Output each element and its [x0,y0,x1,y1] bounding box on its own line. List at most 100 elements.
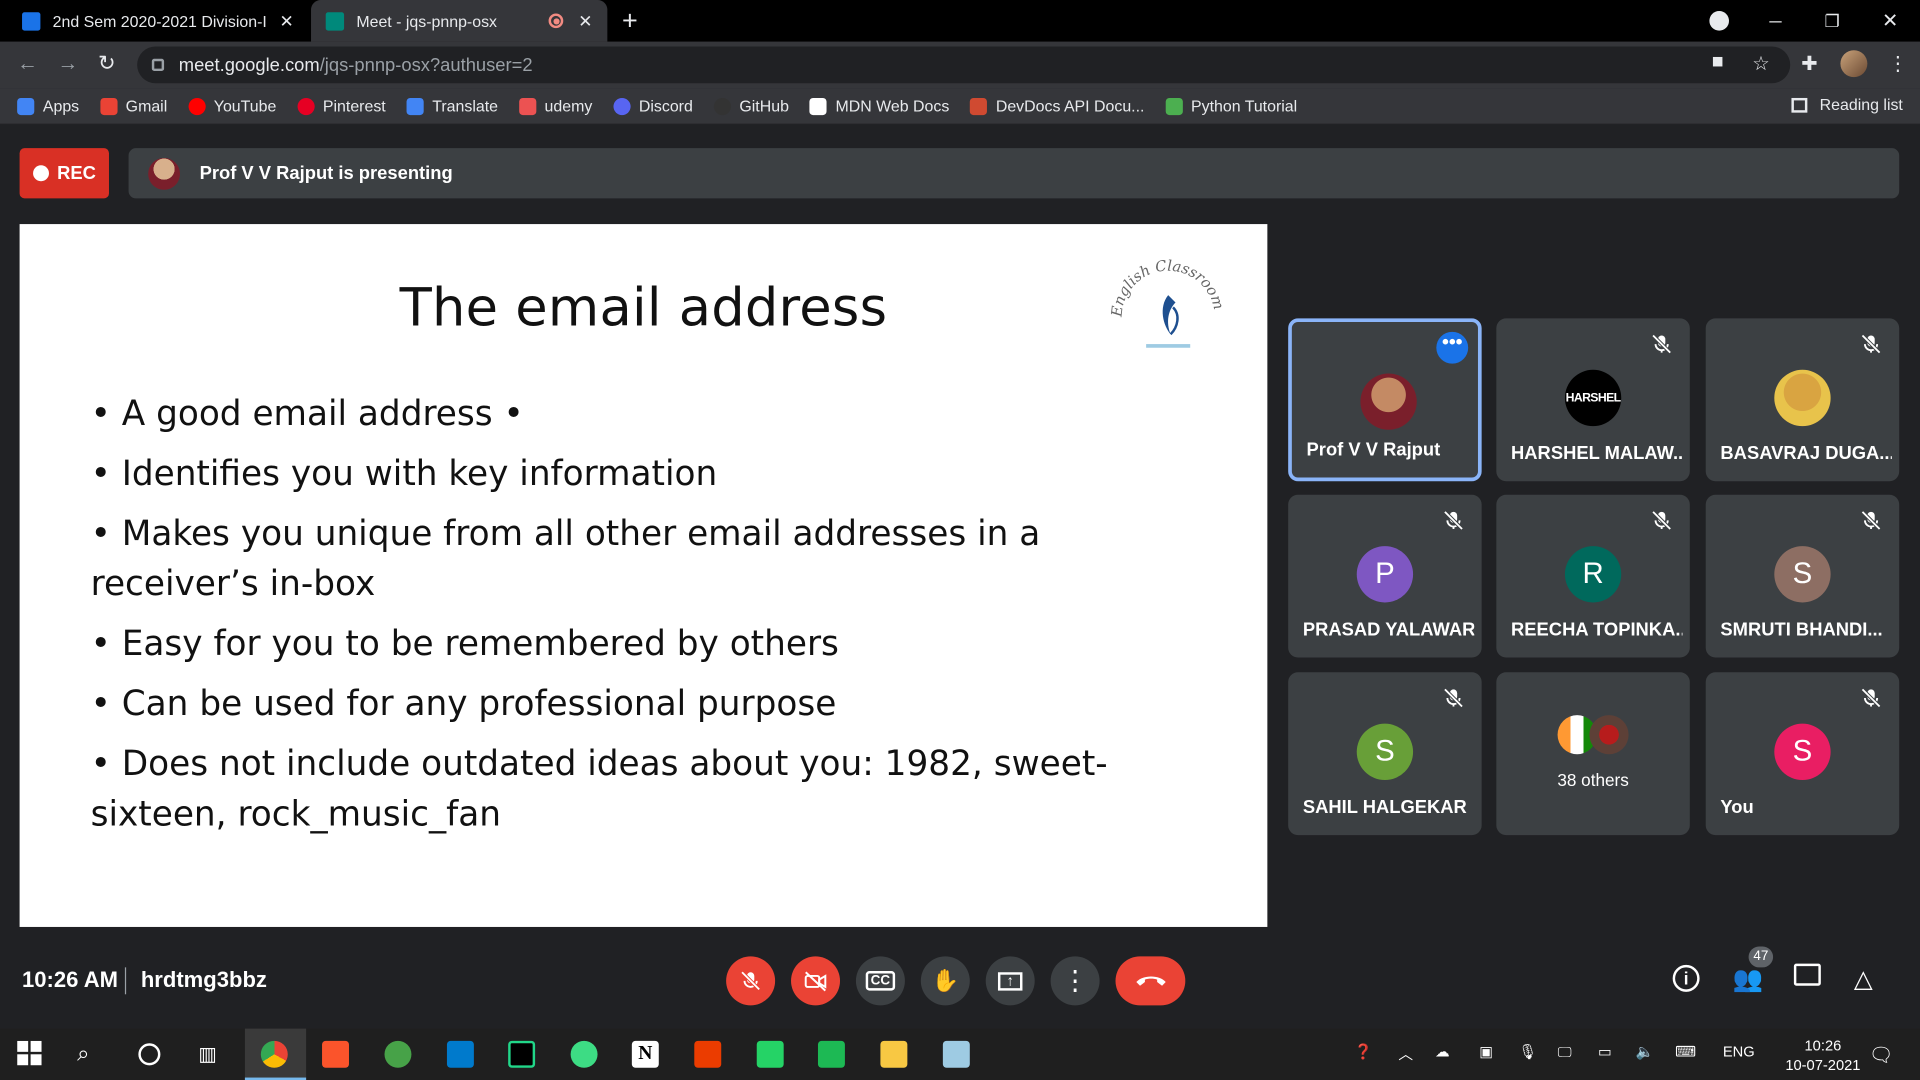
bookmark-udemy[interactable]: udemy [518,97,592,115]
language-indicator[interactable]: ENG [1723,1043,1755,1060]
bookmark-gmail[interactable]: Gmail [99,97,167,115]
brave-app-icon[interactable] [322,1040,349,1068]
tab-classroom[interactable]: 2nd Sem 2020-2021 Division-I ✕ [7,0,308,42]
participant-tile-basavraj[interactable]: BASAVRAJ DUGA... [1705,318,1900,482]
back-icon[interactable]: ← [17,51,38,75]
participant-tile-smruti[interactable]: S SMRUTI BHANDI... [1705,494,1900,658]
present-now-button[interactable]: ↑ [985,956,1035,1006]
task-view-icon[interactable]: ▥ [198,1042,225,1069]
help-icon[interactable]: ❓ [1354,1043,1372,1060]
taskbar-time: 10:26 [1804,1037,1842,1055]
mdn-icon [809,97,827,115]
close-tab-icon[interactable]: ✕ [280,10,294,31]
hang-up-icon [1135,976,1166,986]
bookmark-youtube[interactable]: YouTube [188,97,276,115]
bookmark-github[interactable]: GitHub [713,97,789,115]
participant-tile-sahil[interactable]: S SAHIL HALGEKAR [1288,672,1482,836]
presenting-text: Prof V V Rajput is presenting [199,162,453,184]
raise-hand-button[interactable]: ✋ [920,956,970,1006]
participant-name: PRASAD YALAWAR [1302,619,1475,641]
bookmark-star-icon[interactable]: ☆ [1752,51,1770,75]
whatsapp-app-icon[interactable] [756,1040,784,1068]
snipping-tool-icon[interactable] [942,1040,970,1068]
more-options-button[interactable]: ⋮ [1050,956,1100,1006]
bookmark-apps[interactable]: Apps [17,97,79,115]
battery-icon[interactable]: ▭ [1598,1043,1612,1060]
tab-search-icon[interactable] [1709,0,1729,42]
forward-icon[interactable]: → [58,51,79,75]
windows-start-icon[interactable] [17,1040,44,1068]
vscode-app-icon[interactable] [446,1040,474,1068]
lock-icon [151,58,165,72]
meeting-details-button[interactable]: i [1672,964,1700,992]
mic-toggle-button[interactable] [726,956,776,1006]
atom-app-icon[interactable] [384,1040,412,1068]
participant-tile-harshel[interactable]: HARSHEL HARSHEL MALAW... [1496,318,1690,482]
bookmark-label: Discord [638,96,693,116]
more-options-icon[interactable]: ••• [1436,331,1469,364]
extensions-icon[interactable]: ✚ [1801,51,1817,75]
volume-icon[interactable]: 🔈 [1636,1043,1654,1060]
camera-in-use-icon[interactable]: ■ [1712,51,1724,73]
new-tab-button[interactable]: + [622,5,638,37]
mic-off-icon [1861,688,1881,708]
participant-tile-others[interactable]: 38 others [1496,672,1690,836]
notifications-icon[interactable]: 🗨 [1869,1043,1894,1067]
address-bar[interactable]: meet.google.com/jqs-pnnp-osx?authuser=2 [137,46,1791,84]
bookmark-translate[interactable]: Translate [406,96,499,116]
tab-meet[interactable]: Meet - jqs-pnnp-osx ✕ [311,0,608,42]
chrome-menu-icon[interactable]: ⋮ [1888,51,1908,75]
meeting-code: hrdtmg3bbz [140,967,267,992]
slide-bullet-list: • A good email address • • Identifies yo… [91,388,1218,848]
participant-tile-you[interactable]: S You [1705,672,1900,836]
python-icon [1165,97,1183,115]
notion-app-icon[interactable]: N [631,1040,659,1068]
restore-button[interactable]: ❐ [1825,0,1840,42]
cortana-icon[interactable] [138,1043,161,1066]
bookmark-mdn[interactable]: MDN Web Docs [809,97,949,115]
bookmark-devdocs[interactable]: DevDocs API Docu... [970,97,1144,115]
people-button[interactable]: 👥 [1733,964,1763,995]
camera-toggle-button[interactable] [791,956,841,1006]
bookmark-discord[interactable]: Discord [613,97,693,115]
participant-tile-prasad[interactable]: P PRASAD YALAWAR [1288,494,1482,658]
participant-tile-reecha[interactable]: R REECHA TOPINKA... [1496,494,1690,658]
chat-button[interactable] [1793,963,1821,993]
search-icon[interactable]: ⌕ [77,1041,104,1068]
pycharm-app-icon[interactable] [508,1040,536,1068]
leave-call-button[interactable] [1115,956,1186,1006]
show-hidden-icons[interactable]: ︿ [1398,1043,1413,1064]
minimize-button[interactable]: ─ [1769,0,1781,42]
reading-list-button[interactable]: Reading list [1791,96,1903,114]
keyboard-icon[interactable]: ⌨ [1675,1043,1696,1060]
meet-present-tray-icon[interactable]: ▣ [1479,1043,1493,1060]
recording-button[interactable]: REC [19,148,109,199]
devdocs-icon [970,97,988,115]
file-explorer-icon[interactable] [880,1040,908,1068]
slide-bullet: • Can be used for any professional purpo… [90,683,837,724]
udemy-icon [518,97,536,115]
captions-button[interactable]: CC [855,956,905,1006]
close-tab-icon[interactable]: ✕ [578,10,592,31]
close-window-button[interactable]: ✕ [1882,0,1898,42]
chrome-app-icon[interactable] [260,1040,288,1068]
participant-tile-prof-rajput[interactable]: ••• Prof V V Rajput [1288,318,1482,482]
tab-title: Meet - jqs-pnnp-osx [356,11,498,31]
participant-name: Prof V V Rajput [1306,439,1441,461]
activities-button[interactable]: △ [1854,964,1873,995]
bookmark-pinterest[interactable]: Pinterest [297,97,386,115]
git-app-icon[interactable] [570,1040,598,1068]
participant-avatar: S [1356,723,1414,781]
network-icon[interactable]: 🖵 [1558,1043,1572,1061]
reload-icon[interactable]: ↻ [98,51,115,75]
office-app-icon[interactable] [694,1040,722,1068]
microphone-tray-icon[interactable]: 🎙 [1518,1043,1537,1060]
bookmark-label: Translate [432,96,499,116]
spotify-app-icon[interactable] [817,1040,845,1068]
bookmark-python[interactable]: Python Tutorial [1165,97,1297,115]
taskbar-clock[interactable]: 10:26 10-07-2021 [1785,1036,1860,1075]
profile-avatar[interactable] [1840,50,1868,83]
meeting-clock: 10:26 AM [22,967,119,992]
onedrive-icon[interactable]: ☁ [1435,1043,1450,1060]
mic-off-icon [1443,688,1464,708]
